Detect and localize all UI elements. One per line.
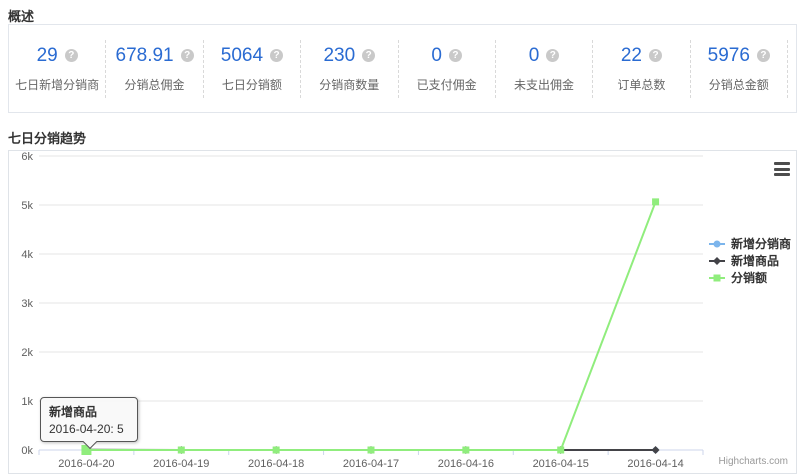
- legend-item-1[interactable]: 新增商品: [707, 252, 791, 269]
- data-point-marker[interactable]: [273, 447, 280, 454]
- chart-tooltip: 新增商品 2016-04-20: 5: [40, 397, 138, 442]
- stat-item-3: 230? 分销商数量: [301, 40, 398, 98]
- data-point-marker[interactable]: [652, 198, 659, 205]
- x-axis-label: 2016-04-17: [343, 458, 399, 470]
- stat-value: 29: [37, 45, 58, 67]
- help-icon[interactable]: ?: [649, 49, 662, 62]
- data-point-marker[interactable]: [557, 447, 564, 454]
- data-point-marker[interactable]: [368, 447, 375, 454]
- stat-item-5: 0? 未支出佣金: [496, 40, 593, 98]
- overview-section-title: 概述: [8, 6, 34, 25]
- legend-marker-icon: [707, 272, 727, 284]
- stat-value: 5976: [708, 45, 750, 67]
- stat-label: 订单总数: [617, 76, 665, 93]
- stat-label: 七日分销额: [222, 76, 282, 93]
- chart-export-menu-button[interactable]: [774, 162, 790, 176]
- stat-label: 七日新增分销商: [15, 76, 99, 93]
- stat-value: 230: [323, 45, 355, 67]
- stat-item-2: 5064? 七日分销额: [204, 40, 301, 98]
- distribution-dashboard: 概述 29? 七日新增分销商 678.91? 分销总佣金 5064? 七日分销额 230? 分…: [0, 0, 806, 476]
- stat-item-6: 22? 订单总数: [593, 40, 690, 98]
- legend-item-0[interactable]: 新增分销商: [707, 235, 791, 252]
- legend-label: 分销额: [731, 269, 767, 286]
- stat-value: 22: [621, 45, 642, 67]
- x-axis-label: 2016-04-20: [58, 458, 114, 470]
- overview-stats-panel: 29? 七日新增分销商 678.91? 分销总佣金 5064? 七日分销额 230? 分销商数…: [8, 24, 797, 113]
- hamburger-icon: [774, 162, 790, 165]
- x-axis-label: 2016-04-19: [153, 458, 209, 470]
- stat-label: 分销总金额: [709, 76, 769, 93]
- legend-item-2[interactable]: 分销额: [707, 269, 791, 286]
- y-axis-label: 1k: [21, 396, 33, 408]
- data-point-marker[interactable]: [178, 447, 185, 454]
- help-icon[interactable]: ?: [65, 49, 78, 62]
- help-icon[interactable]: ?: [546, 49, 559, 62]
- chart-legend: 新增分销商新增商品分销额: [707, 235, 791, 286]
- legend-label: 新增分销商: [731, 235, 791, 252]
- stat-label: 分销商数量: [319, 76, 379, 93]
- y-axis-label: 5k: [21, 200, 33, 212]
- y-axis-label: 0k: [21, 445, 33, 457]
- data-point-marker[interactable]: [652, 446, 660, 454]
- y-axis-label: 6k: [21, 151, 33, 163]
- tooltip-series-name: 新增商品: [49, 403, 129, 420]
- stat-item-7: 5976? 分销总金额: [691, 40, 788, 98]
- legend-marker-icon: [707, 255, 727, 267]
- stat-item-0: 29? 七日新增分销商: [9, 40, 106, 98]
- help-icon[interactable]: ?: [181, 49, 194, 62]
- series-line-2: [86, 202, 655, 450]
- data-point-marker[interactable]: [462, 447, 469, 454]
- y-axis-label: 3k: [21, 298, 33, 310]
- tooltip-value: 2016-04-20: 5: [49, 422, 129, 436]
- trend-chart: 0k 1k 2k 3k 4k 5k 6k 2016-04-20 2016-04-19 2016-0…: [8, 150, 797, 474]
- help-icon[interactable]: ?: [757, 49, 770, 62]
- highcharts-credit-link[interactable]: Highcharts.com: [719, 456, 788, 467]
- hamburger-icon: [774, 168, 790, 171]
- help-icon[interactable]: ?: [270, 49, 283, 62]
- x-axis-label: 2016-04-16: [438, 458, 494, 470]
- stat-label: 未支出佣金: [514, 76, 574, 93]
- y-axis-label: 2k: [21, 347, 33, 359]
- stat-item-4: 0? 已支付佣金: [399, 40, 496, 98]
- hamburger-icon: [774, 173, 790, 176]
- stat-item-1: 678.91? 分销总佣金: [106, 40, 203, 98]
- help-icon[interactable]: ?: [449, 49, 462, 62]
- stat-value: 0: [529, 45, 540, 67]
- x-axis-label: 2016-04-15: [533, 458, 589, 470]
- legend-label: 新增商品: [731, 252, 779, 269]
- legend-marker-icon: [707, 238, 727, 250]
- y-axis-label: 4k: [21, 249, 33, 261]
- x-axis-label: 2016-04-18: [248, 458, 304, 470]
- stat-value: 5064: [221, 45, 263, 67]
- stat-value: 0: [431, 45, 442, 67]
- stat-value: 678.91: [116, 45, 174, 67]
- help-icon[interactable]: ?: [362, 49, 375, 62]
- trend-section-title: 七日分销趋势: [8, 128, 86, 147]
- stat-label: 分销总佣金: [125, 76, 185, 93]
- x-axis-label: 2016-04-14: [627, 458, 683, 470]
- stat-label: 已支付佣金: [417, 76, 477, 93]
